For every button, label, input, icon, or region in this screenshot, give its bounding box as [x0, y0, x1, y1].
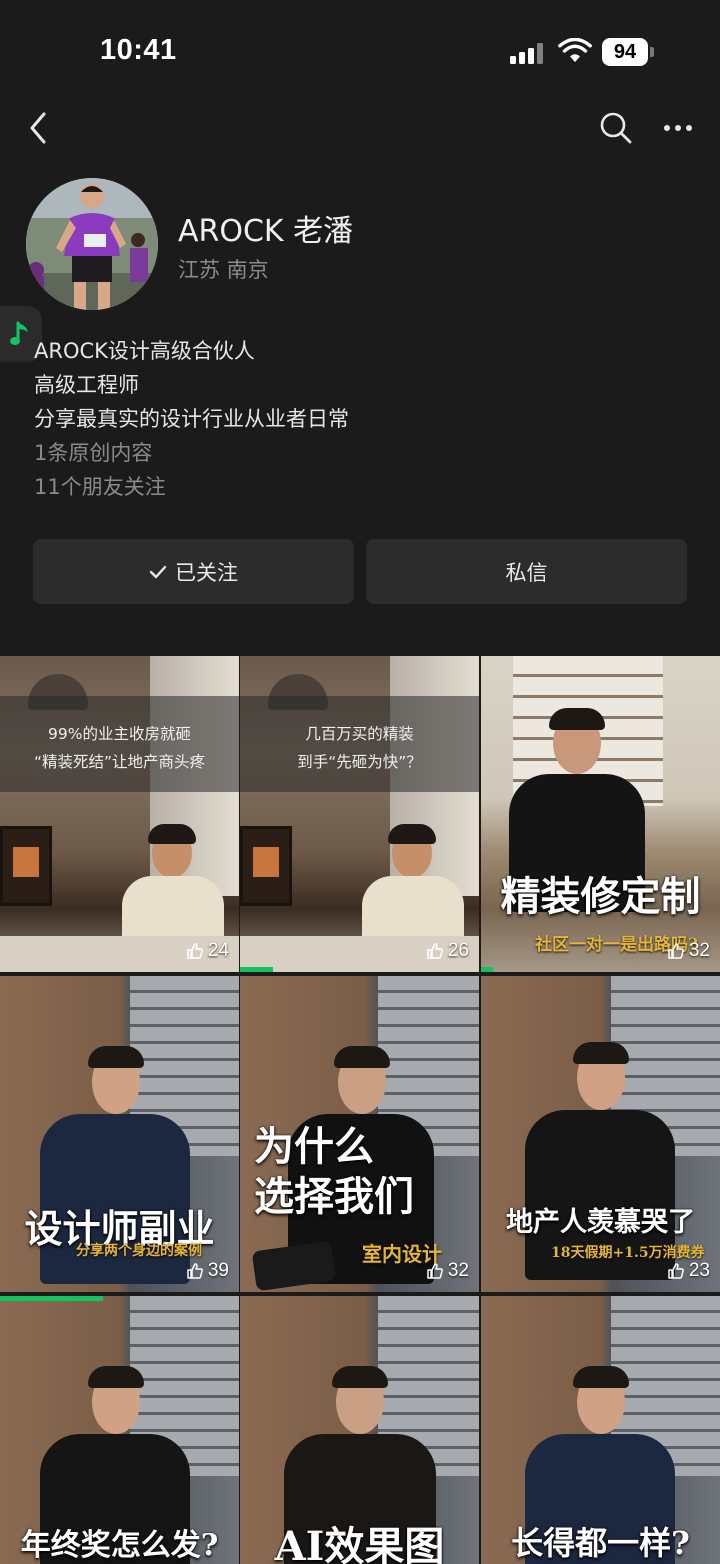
- like-count: 39: [186, 1260, 229, 1282]
- profile-page: 10:41 94 AROCK 老潘 江苏 南京 AROCK设计高级合伙人 高级工…: [0, 0, 720, 1564]
- search-button[interactable]: [592, 104, 640, 152]
- cellular-signal-icon: [510, 42, 546, 64]
- message-label: 私信: [505, 560, 548, 585]
- video-tile[interactable]: 为什么 选择我们 室内设计 32: [240, 976, 479, 1292]
- like-count: 23: [667, 1260, 710, 1282]
- status-bar: 10:41 94: [0, 0, 720, 100]
- video-subtitle: 分享两个身边的案例: [76, 1243, 202, 1259]
- thumbs-up-icon: [187, 943, 203, 959]
- battery-level: 94: [613, 40, 637, 63]
- caption-line: 99%的业主收房就砸: [48, 725, 191, 743]
- music-note-icon: [10, 321, 28, 345]
- back-button[interactable]: [14, 104, 62, 152]
- caption-line: “精装死结”让地产商头疼: [33, 753, 206, 771]
- bio-line: 分享最真实的设计行业从业者日常: [34, 407, 349, 431]
- more-options-button[interactable]: [654, 104, 702, 152]
- status-time: 10:41: [100, 34, 177, 66]
- video-title: 精装修定制: [500, 873, 701, 920]
- like-count: 26: [426, 940, 469, 962]
- video-subtitle: 18天假期+1.5万消费券: [551, 1245, 705, 1261]
- thumbs-up-icon: [427, 943, 443, 959]
- caption-line: 几百万买的精装: [305, 725, 414, 743]
- like-count: 32: [667, 940, 710, 962]
- profile-name: AROCK 老潘: [178, 214, 354, 249]
- video-title: 地产人羡慕哭了: [506, 1207, 695, 1238]
- caption-band: [0, 696, 239, 792]
- video-title: AI效果图: [274, 1523, 445, 1564]
- like-count: 32: [426, 1260, 469, 1282]
- more-icon: [664, 125, 692, 131]
- video-grid: 99%的业主收房就砸 “精装死结”让地产商头疼 24 几百万买的精装 到手“先砸…: [0, 656, 720, 1564]
- avatar[interactable]: [26, 178, 158, 310]
- video-tile[interactable]: 设计师副业 分享两个身边的案例 39: [0, 976, 239, 1292]
- caption-line: 到手“先砸为快”？: [297, 753, 422, 771]
- fireplace: [240, 826, 292, 906]
- video-tile[interactable]: 年终奖怎么发?: [0, 1296, 239, 1564]
- watch-progress-bar: [481, 967, 493, 972]
- like-count-value: 32: [447, 1260, 469, 1281]
- watch-progress-bar: [0, 1296, 103, 1301]
- battery-icon: 94: [602, 38, 648, 66]
- battery-tip: [650, 47, 654, 57]
- fireplace: [0, 826, 52, 906]
- like-count-value: 24: [207, 940, 229, 961]
- like-count-value: 32: [688, 940, 710, 961]
- profile-bio: AROCK设计高级合伙人 高级工程师 分享最真实的设计行业从业者日常 1条原创内…: [34, 334, 674, 504]
- runner-photo: [26, 178, 158, 310]
- video-tile[interactable]: 地产人羡慕哭了 18天假期+1.5万消费券 23: [481, 976, 720, 1292]
- wifi-icon: [558, 38, 592, 62]
- friends-following-count[interactable]: 11个朋友关注: [34, 470, 674, 504]
- like-count: 24: [186, 940, 229, 962]
- like-count-value: 26: [447, 940, 469, 961]
- original-content-count[interactable]: 1条原创内容: [34, 436, 674, 470]
- check-icon: [149, 565, 167, 578]
- video-tile[interactable]: 几百万买的精装 到手“先砸为快”？ 26: [240, 656, 479, 972]
- thumbs-up-icon: [427, 1263, 443, 1279]
- thumbs-up-icon: [668, 943, 684, 959]
- thumbs-up-icon: [187, 1263, 203, 1279]
- video-title: 为什么 选择我们: [254, 1123, 414, 1220]
- bio-line: 高级工程师: [34, 373, 139, 397]
- video-title: 长得都一样?: [511, 1524, 690, 1562]
- chevron-left-icon: [30, 112, 46, 144]
- search-icon: [600, 112, 632, 144]
- caption-band: [240, 696, 479, 792]
- thumbs-up-icon: [668, 1263, 684, 1279]
- video-title: 年终奖怎么发?: [20, 1528, 219, 1563]
- bio-line: AROCK设计高级合伙人: [34, 339, 255, 363]
- like-count-value: 39: [207, 1260, 229, 1281]
- message-button[interactable]: 私信: [366, 539, 687, 604]
- watch-progress-bar: [240, 967, 274, 972]
- video-tile[interactable]: 长得都一样?: [481, 1296, 720, 1564]
- profile-location: 江苏 南京: [178, 258, 269, 282]
- video-tile[interactable]: 精装修定制 社区一对一是出路吗? 32: [481, 656, 720, 972]
- video-tile[interactable]: 99%的业主收房就砸 “精装死结”让地产商头疼 24: [0, 656, 239, 972]
- follow-label: 已关注: [175, 560, 238, 585]
- video-tile[interactable]: AI效果图: [240, 1296, 479, 1564]
- follow-button[interactable]: 已关注: [33, 539, 354, 604]
- like-count-value: 23: [688, 1260, 710, 1281]
